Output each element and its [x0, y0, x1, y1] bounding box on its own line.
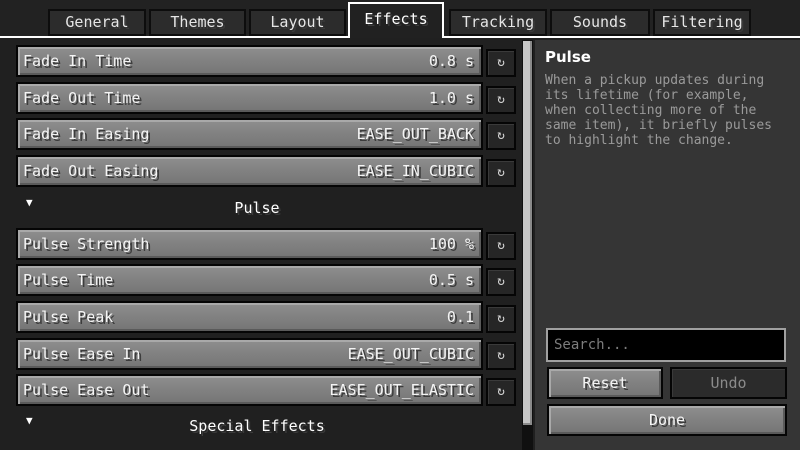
- setting-label: Fade Out Time: [23, 89, 141, 107]
- setting-row-pulse-strength: Pulse Strength 100 % ↻: [12, 228, 522, 260]
- reset-icon[interactable]: ↻: [486, 159, 516, 187]
- scrollbar-thumb[interactable]: [523, 41, 532, 425]
- setting-label: Fade Out Easing: [23, 162, 159, 180]
- reset-icon[interactable]: ↻: [486, 232, 516, 260]
- setting-value: EASE_OUT_BACK: [356, 125, 474, 143]
- fade-in-easing-button[interactable]: Fade In Easing EASE_OUT_BACK: [16, 118, 483, 150]
- setting-label: Fade In Time: [23, 52, 132, 70]
- setting-value: EASE_OUT_CUBIC: [347, 345, 474, 363]
- settings-list: Fade In Time 0.8 s ↻ Fade Out Time 1.0 s…: [12, 40, 522, 450]
- tab-tracking[interactable]: Tracking: [449, 9, 547, 36]
- reset-icon[interactable]: ↻: [486, 49, 516, 77]
- info-panel: Pulse When a pickup updates during its l…: [535, 40, 800, 450]
- section-header-pulse[interactable]: ▼ Pulse: [12, 192, 522, 224]
- setting-row-fade-in-time: Fade In Time 0.8 s ↻: [12, 45, 522, 77]
- setting-label: Pulse Peak: [23, 308, 114, 326]
- reset-icon[interactable]: ↻: [486, 305, 516, 333]
- setting-value: 0.8 s: [428, 52, 474, 70]
- reset-icon[interactable]: ↻: [486, 122, 516, 150]
- tab-sounds[interactable]: Sounds: [550, 9, 650, 36]
- setting-row-fade-out-time: Fade Out Time 1.0 s ↻: [12, 82, 522, 114]
- reset-button[interactable]: Reset: [547, 367, 663, 399]
- settings-screen: General Themes Layout Effects Tracking S…: [0, 0, 800, 450]
- tab-underline-right: [444, 36, 800, 38]
- pulse-ease-in-button[interactable]: Pulse Ease In EASE_OUT_CUBIC: [16, 338, 483, 370]
- setting-label: Pulse Ease Out: [23, 381, 150, 399]
- tab-bar: General Themes Layout Effects Tracking S…: [0, 0, 800, 38]
- tab-effects[interactable]: Effects: [348, 2, 444, 38]
- tab-layout[interactable]: Layout: [249, 9, 346, 36]
- reset-icon[interactable]: ↻: [486, 342, 516, 370]
- search-input[interactable]: [546, 328, 786, 362]
- fade-out-easing-button[interactable]: Fade Out Easing EASE_IN_CUBIC: [16, 155, 483, 187]
- setting-label: Fade In Easing: [23, 125, 150, 143]
- fade-in-time-button[interactable]: Fade In Time 0.8 s: [16, 45, 483, 77]
- section-title: Special Effects: [189, 417, 325, 435]
- tab-general[interactable]: General: [48, 9, 146, 36]
- pulse-time-button[interactable]: Pulse Time 0.5 s: [16, 264, 483, 296]
- section-title: Pulse: [234, 199, 280, 217]
- reset-icon[interactable]: ↻: [486, 378, 516, 406]
- setting-value: 0.5 s: [428, 271, 474, 289]
- setting-row-pulse-ease-out: Pulse Ease Out EASE_OUT_ELASTIC ↻: [12, 374, 522, 406]
- pulse-strength-button[interactable]: Pulse Strength 100 %: [16, 228, 483, 260]
- tab-underline-left: [0, 36, 348, 38]
- setting-row-fade-out-easing: Fade Out Easing EASE_IN_CUBIC ↻: [12, 155, 522, 187]
- setting-value: 100 %: [428, 235, 474, 253]
- reset-icon[interactable]: ↻: [486, 86, 516, 114]
- info-description: When a pickup updates during its lifetim…: [545, 73, 772, 148]
- setting-value: 1.0 s: [428, 89, 474, 107]
- setting-label: Pulse Time: [23, 271, 114, 289]
- done-button[interactable]: Done: [547, 404, 787, 436]
- tab-filtering[interactable]: Filtering: [653, 9, 751, 36]
- undo-button[interactable]: Undo: [670, 367, 787, 399]
- setting-value: 0.1: [446, 308, 474, 326]
- setting-row-pulse-ease-in: Pulse Ease In EASE_OUT_CUBIC ↻: [12, 338, 522, 370]
- setting-value: EASE_OUT_ELASTIC: [329, 381, 475, 399]
- pulse-peak-button[interactable]: Pulse Peak 0.1: [16, 301, 483, 333]
- setting-row-pulse-peak: Pulse Peak 0.1 ↻: [12, 301, 522, 333]
- setting-row-pulse-time: Pulse Time 0.5 s ↻: [12, 264, 522, 296]
- pulse-ease-out-button[interactable]: Pulse Ease Out EASE_OUT_ELASTIC: [16, 374, 483, 406]
- info-title: Pulse: [545, 48, 591, 66]
- tab-themes[interactable]: Themes: [149, 9, 246, 36]
- fade-out-time-button[interactable]: Fade Out Time 1.0 s: [16, 82, 483, 114]
- reset-icon[interactable]: ↻: [486, 268, 516, 296]
- section-header-special-effects[interactable]: ▼ Special Effects: [12, 410, 522, 442]
- setting-label: Pulse Ease In: [23, 345, 141, 363]
- setting-row-fade-in-easing: Fade In Easing EASE_OUT_BACK ↻: [12, 118, 522, 150]
- setting-label: Pulse Strength: [23, 235, 150, 253]
- setting-value: EASE_IN_CUBIC: [356, 162, 474, 180]
